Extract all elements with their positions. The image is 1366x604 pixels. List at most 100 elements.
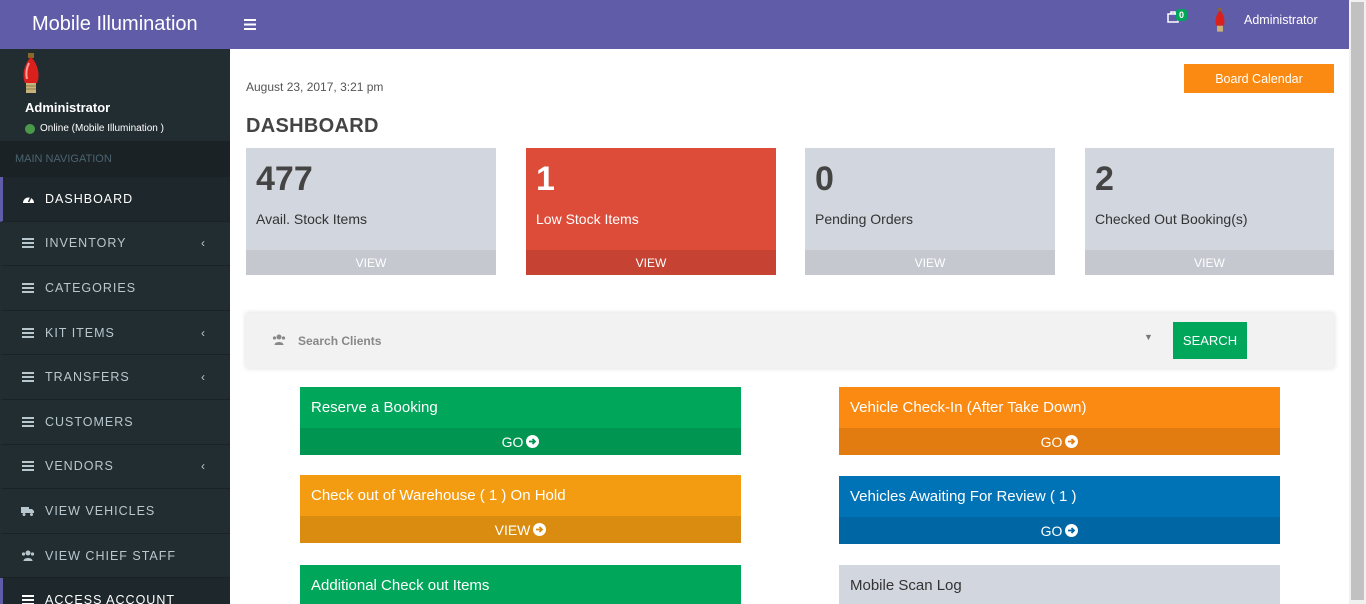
sidebar-item-customers[interactable]: CUSTOMERS: [0, 400, 230, 445]
users-icon: [21, 550, 35, 562]
board-calendar-button[interactable]: Board Calendar: [1184, 64, 1334, 93]
action-title: Reserve a Booking: [311, 399, 438, 416]
sidebar-item-label: DASHBOARD: [45, 191, 134, 206]
sidebar-item-categories[interactable]: CATEGORIES: [0, 266, 230, 311]
stat-view-link[interactable]: VIEW: [1085, 250, 1334, 275]
action-link-label: GO: [1040, 522, 1063, 539]
sidebar-item-label: VIEW CHIEF STAFF: [45, 548, 177, 563]
chevron-left-icon: ‹: [201, 236, 206, 251]
chevron-left-icon: ‹: [201, 459, 206, 474]
search-placeholder: Search Clients: [298, 334, 382, 348]
chevron-left-icon: ‹: [201, 370, 206, 385]
search-clients-select[interactable]: Search Clients: [272, 328, 1152, 354]
user-bulb-icon[interactable]: [1213, 8, 1227, 39]
arrow-circle-right-icon: [526, 435, 540, 448]
list-icon: [21, 461, 35, 472]
action-go-link[interactable]: GO: [839, 428, 1280, 455]
sidebar-item-label: ACCESS ACCOUNT: [45, 593, 175, 604]
stat-view-link[interactable]: VIEW: [805, 250, 1055, 275]
action-vehicle-check-in: Vehicle Check-In (After Take Down) GO: [839, 387, 1280, 455]
user-name: Administrator: [25, 100, 111, 115]
action-view-link[interactable]: VIEW: [300, 516, 741, 543]
sidebar-item-vendors[interactable]: VENDORS ‹: [0, 445, 230, 490]
main-content: August 23, 2017, 3:21 pm Board Calendar …: [230, 49, 1349, 604]
top-navbar: 0 Administrator: [230, 0, 1349, 49]
arrow-circle-right-icon: [533, 523, 547, 536]
sidebar-item-view-chief-staff[interactable]: VIEW CHIEF STAFF: [0, 534, 230, 579]
sidebar-item-inventory[interactable]: INVENTORY ‹: [0, 222, 230, 267]
user-status: Online (Mobile Illumination ): [25, 123, 164, 134]
sidebar-item-label: KIT ITEMS: [45, 325, 115, 340]
sidebar: Mobile Illumination Administrator Online…: [0, 0, 230, 604]
truck-icon: [21, 506, 35, 516]
user-panel: Administrator Online (Mobile Illuminatio…: [0, 49, 230, 141]
sidebar-item-label: VENDORS: [45, 459, 114, 474]
sidebar-item-dashboard[interactable]: DASHBOARD: [0, 177, 230, 222]
sidebar-item-label: CUSTOMERS: [45, 414, 134, 429]
sidebar-item-view-vehicles[interactable]: VIEW VEHICLES: [0, 489, 230, 534]
stat-value: 1: [536, 160, 555, 198]
action-title: Vehicles Awaiting For Review ( 1 ): [850, 488, 1077, 505]
sidebar-item-transfers[interactable]: TRANSFERS ‹: [0, 355, 230, 400]
stat-label: Checked Out Booking(s): [1095, 211, 1248, 227]
page-title: DASHBOARD: [246, 115, 379, 137]
stat-value: 2: [1095, 160, 1114, 198]
dashboard-icon: [21, 193, 35, 204]
scrollbar-thumb[interactable]: [1351, 2, 1364, 600]
list-icon: [21, 372, 35, 383]
caret-down-icon[interactable]: ▼: [1144, 332, 1153, 342]
nav-header: MAIN NAVIGATION: [0, 141, 230, 177]
action-title: Additional Check out Items: [311, 577, 490, 594]
action-go-link[interactable]: GO: [300, 428, 741, 455]
app-logo[interactable]: Mobile Illumination: [0, 0, 230, 49]
stat-label: Low Stock Items: [536, 211, 639, 227]
stat-tile-checked-out-bookings: 2 Checked Out Booking(s) VIEW: [1085, 148, 1334, 275]
action-title: Vehicle Check-In (After Take Down): [850, 399, 1087, 416]
search-button[interactable]: SEARCH: [1173, 322, 1247, 359]
action-go-link[interactable]: GO: [839, 517, 1280, 544]
arrow-circle-right-icon: [1065, 524, 1079, 537]
action-vehicles-awaiting-review: Vehicles Awaiting For Review ( 1 ) GO: [839, 476, 1280, 544]
stat-tile-available-stock: 477 Avail. Stock Items VIEW: [246, 148, 496, 275]
online-dot-icon: [25, 123, 35, 134]
user-avatar-bulb-icon: [20, 53, 42, 102]
chevron-left-icon: ‹: [201, 325, 206, 340]
action-reserve-booking: Reserve a Booking GO: [300, 387, 741, 455]
stat-view-link[interactable]: VIEW: [526, 250, 776, 275]
client-search-box: Search Clients ▼ SEARCH: [246, 313, 1334, 368]
page-scrollbar[interactable]: [1349, 0, 1366, 604]
action-title: Mobile Scan Log: [850, 577, 962, 594]
stat-label: Avail. Stock Items: [256, 211, 368, 227]
action-title: Check out of Warehouse ( 1 ) On Hold: [311, 487, 566, 504]
arrow-circle-right-icon: [1065, 435, 1079, 448]
stat-tile-low-stock: 1 Low Stock Items VIEW: [526, 148, 776, 275]
list-icon: [21, 238, 35, 249]
cart-button[interactable]: 0: [1167, 9, 1188, 28]
user-status-text: Online (Mobile Illumination ): [40, 123, 164, 134]
action-check-out-warehouse: Check out of Warehouse ( 1 ) On Hold VIE…: [300, 475, 741, 543]
cart-count-badge: 0: [1176, 9, 1188, 21]
sidebar-item-label: INVENTORY: [45, 236, 127, 251]
list-icon: [21, 282, 35, 293]
app: Mobile Illumination Administrator Online…: [0, 0, 1366, 604]
users-icon: [272, 334, 286, 348]
sidebar-item-access-account[interactable]: ACCESS ACCOUNT: [0, 578, 230, 604]
stat-value: 477: [256, 160, 313, 198]
user-menu[interactable]: Administrator: [1244, 13, 1318, 27]
stat-value: 0: [815, 160, 834, 198]
action-link-label: GO: [1040, 433, 1063, 450]
action-link-label: GO: [501, 433, 524, 450]
sidebar-item-label: CATEGORIES: [45, 280, 137, 295]
list-icon: [21, 595, 35, 604]
stat-view-link[interactable]: VIEW: [246, 250, 496, 275]
list-icon: [21, 416, 35, 427]
sidebar-toggle-icon[interactable]: [244, 14, 256, 35]
current-date: August 23, 2017, 3:21 pm: [246, 80, 384, 94]
action-mobile-scan-log: Mobile Scan Log: [839, 565, 1280, 604]
sidebar-item-kit-items[interactable]: KIT ITEMS ‹: [0, 311, 230, 356]
list-icon: [21, 327, 35, 338]
action-link-label: VIEW: [494, 521, 531, 538]
action-additional-check-out-items: Additional Check out Items: [300, 565, 741, 604]
sidebar-item-label: TRANSFERS: [45, 370, 130, 385]
sidebar-item-label: VIEW VEHICLES: [45, 503, 156, 518]
